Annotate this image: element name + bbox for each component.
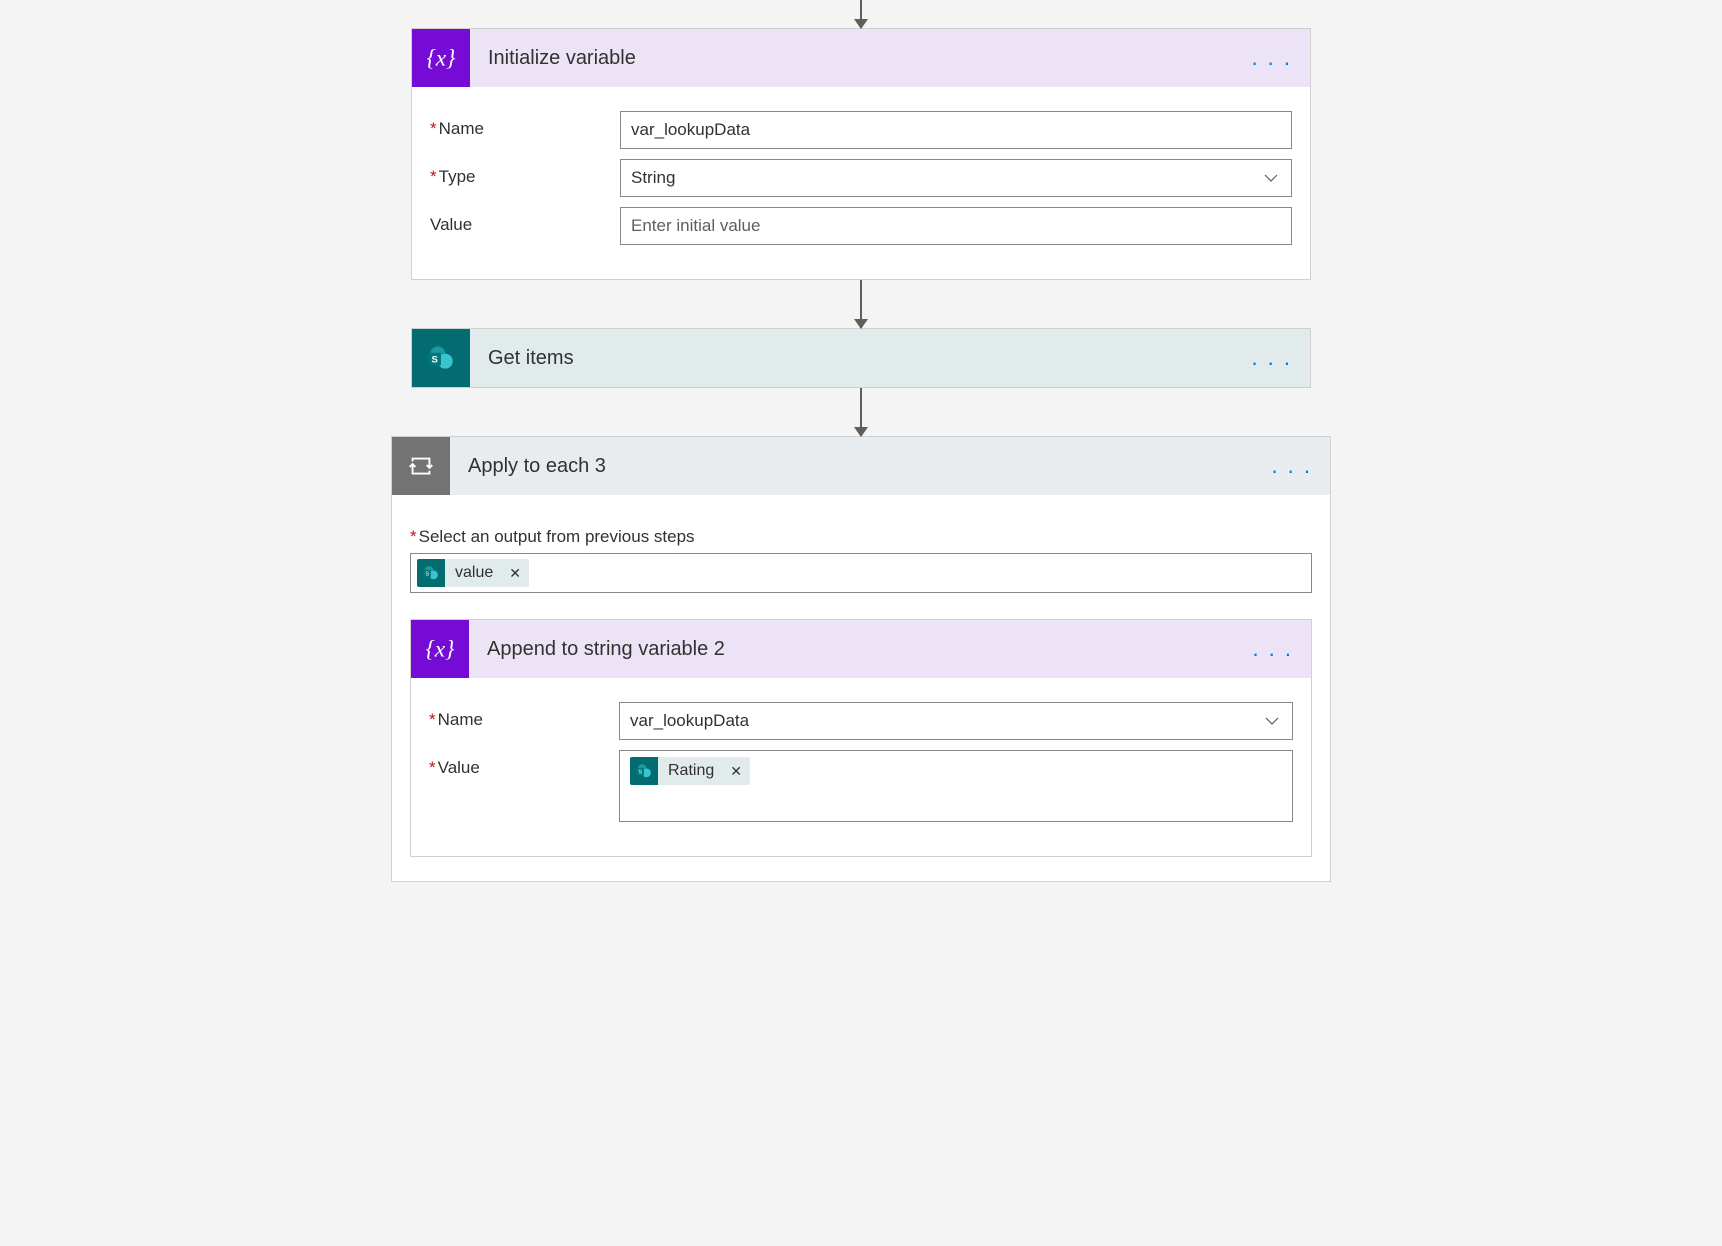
step-append-to-string[interactable]: {x} Append to string variable 2 . . . *N… bbox=[410, 619, 1312, 857]
token-remove-icon[interactable]: ✕ bbox=[501, 565, 529, 582]
select-output-input[interactable]: S value ✕ bbox=[410, 553, 1312, 593]
step-get-items[interactable]: S Get items . . . bbox=[411, 328, 1311, 388]
step-initialize-variable[interactable]: {x} Initialize variable . . . *Name var_… bbox=[411, 28, 1311, 280]
step-menu-button[interactable]: . . . bbox=[1233, 345, 1310, 371]
step-menu-button[interactable]: . . . bbox=[1233, 45, 1310, 71]
svg-text:{x}: {x} bbox=[426, 45, 456, 71]
step-title: Append to string variable 2 bbox=[469, 638, 1234, 661]
field-label-name: *Name bbox=[430, 111, 620, 139]
value-input[interactable]: Enter initial value bbox=[620, 207, 1292, 245]
field-label-name: *Name bbox=[429, 702, 619, 730]
field-label-type: *Type bbox=[430, 159, 620, 187]
step-header[interactable]: S Get items . . . bbox=[412, 329, 1310, 387]
svg-text:S: S bbox=[638, 770, 642, 776]
field-label-value: Value bbox=[430, 207, 620, 235]
value-input[interactable]: S Rating ✕ bbox=[619, 750, 1293, 822]
step-title: Initialize variable bbox=[470, 47, 1233, 70]
token-rating[interactable]: S Rating ✕ bbox=[630, 757, 750, 785]
step-header[interactable]: {x} Append to string variable 2 . . . bbox=[411, 620, 1311, 678]
step-title: Apply to each 3 bbox=[450, 455, 1253, 478]
step-header[interactable]: {x} Initialize variable . . . bbox=[412, 29, 1310, 87]
svg-text:{x}: {x} bbox=[425, 636, 455, 662]
sharepoint-icon: S bbox=[412, 329, 470, 387]
chevron-down-icon bbox=[1264, 713, 1280, 729]
step-apply-to-each[interactable]: Apply to each 3 . . . *Select an output … bbox=[391, 436, 1331, 882]
name-input[interactable]: var_lookupData bbox=[620, 111, 1292, 149]
field-label-value: *Value bbox=[429, 750, 619, 778]
type-select[interactable]: String bbox=[620, 159, 1292, 197]
step-menu-button[interactable]: . . . bbox=[1234, 636, 1311, 662]
token-remove-icon[interactable]: ✕ bbox=[722, 763, 750, 780]
sharepoint-icon: S bbox=[417, 559, 445, 587]
name-select[interactable]: var_lookupData bbox=[619, 702, 1293, 740]
svg-text:S: S bbox=[431, 354, 437, 365]
step-title: Get items bbox=[470, 347, 1233, 370]
token-value[interactable]: S value ✕ bbox=[417, 559, 529, 587]
step-header[interactable]: Apply to each 3 . . . bbox=[392, 437, 1330, 495]
loop-icon bbox=[392, 437, 450, 495]
chevron-down-icon bbox=[1263, 170, 1279, 186]
step-menu-button[interactable]: . . . bbox=[1253, 453, 1330, 479]
svg-text:S: S bbox=[425, 572, 429, 578]
field-label-select-output: *Select an output from previous steps bbox=[410, 527, 1312, 547]
variable-icon: {x} bbox=[411, 620, 469, 678]
variable-icon: {x} bbox=[412, 29, 470, 87]
sharepoint-icon: S bbox=[630, 757, 658, 785]
